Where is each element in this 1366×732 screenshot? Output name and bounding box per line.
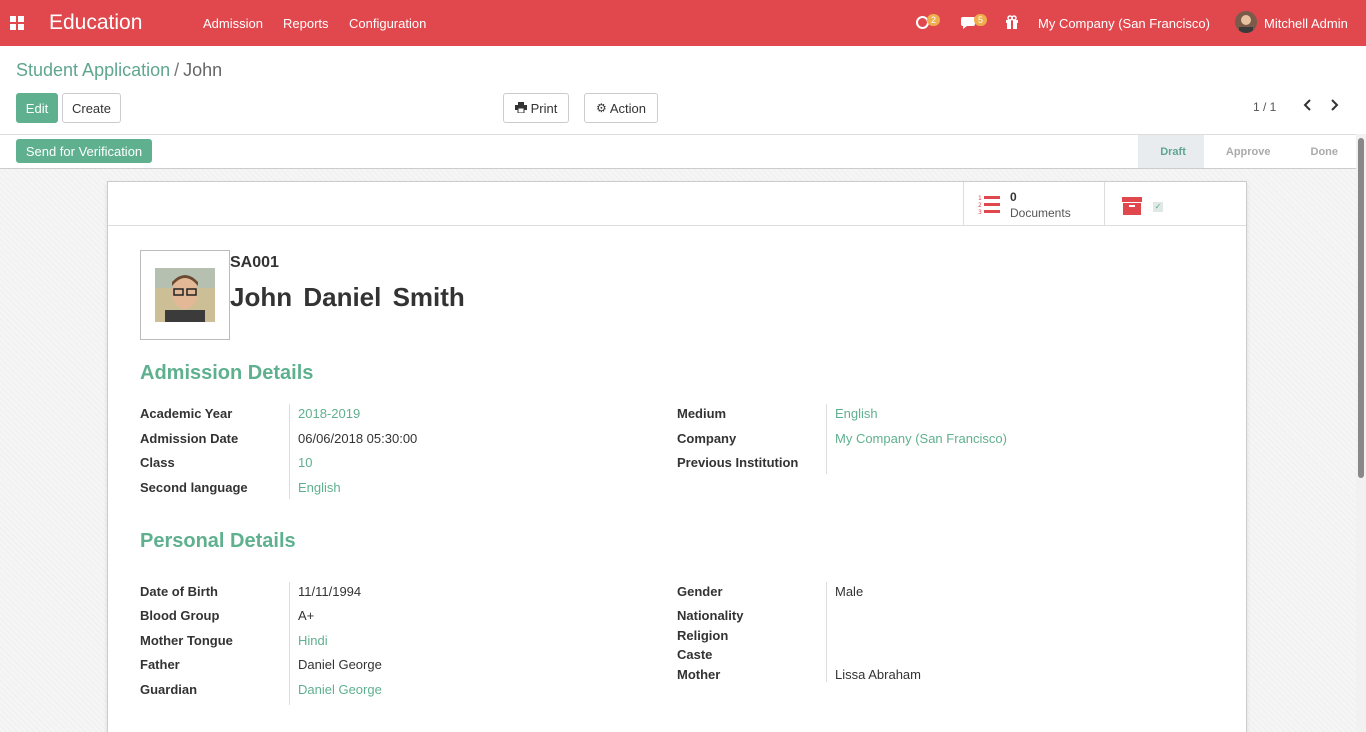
status-step-approve[interactable]: Approve [1204,135,1289,168]
company-label: Company [677,431,737,446]
guardian-value[interactable]: Daniel George [298,682,382,697]
scrollbar[interactable] [1356,134,1366,732]
breadcrumb-parent[interactable]: Student Application [16,60,170,80]
breadcrumb-current: John [183,60,223,80]
breadcrumb: Student Application / John [16,60,222,81]
pager-previous-icon[interactable] [1302,98,1312,117]
documents-count: 0 [1010,190,1017,204]
father-value: Daniel George [298,657,382,672]
send-for-verification-button[interactable]: Send for Verification [16,139,152,163]
documents-label: Documents [1010,206,1071,220]
student-name: John Daniel Smith [230,282,465,312]
admission-date-label: Admission Date [140,431,239,446]
academic-year-value[interactable]: 2018-2019 [298,406,360,421]
gender-value: Male [835,584,864,599]
create-button[interactable]: Create [62,93,121,123]
medium-value[interactable]: English [835,406,878,421]
personal-right-divider [826,582,827,682]
company-value[interactable]: My Company (San Francisco) [835,431,1007,446]
print-label: Print [530,100,558,116]
admission-details-heading: Admission Details [140,362,314,384]
medium-label: Medium [677,406,727,421]
message-count-badge: 5 [974,14,988,26]
print-icon [514,101,527,116]
second-language-value[interactable]: English [298,480,341,495]
father-label: Father [140,657,180,672]
svg-text:2: 2 [978,202,982,209]
menu-admission[interactable]: Admission [203,16,263,31]
status-step-done[interactable]: Done [1289,135,1357,168]
company-switcher[interactable]: My Company (San Francisco) [1038,16,1210,31]
gear-icon: ⚙ [596,101,607,115]
action-button[interactable]: ⚙ Action [584,93,658,123]
active-checkbox[interactable]: ✓ [1153,202,1163,212]
top-navbar: Education Admission Reports Configuratio… [0,0,1366,46]
pager-value: 1 / 1 [1253,100,1277,114]
status-bar: Send for Verification Draft Approve Done [0,135,1356,169]
mother-tongue-label: Mother Tongue [140,633,233,648]
menu-configuration[interactable]: Configuration [349,16,426,31]
class-value[interactable]: 10 [298,455,312,470]
date-of-birth-value: 11/11/1994 [298,584,362,599]
menu-reports[interactable]: Reports [283,16,329,31]
academic-year-label: Academic Year [140,406,233,421]
breadcrumb-separator: / [174,60,180,80]
second-language-label: Second language [140,480,248,495]
status-steps: Draft Approve Done [1138,135,1356,168]
svg-text:3: 3 [978,209,982,216]
mother-label: Mother [677,667,721,682]
class-label: Class [140,455,175,470]
svg-text:1: 1 [978,195,982,202]
caste-label: Caste [677,647,713,662]
personal-left-divider [289,582,290,705]
form-sheet: 1 2 3 0 Documents ✓ SA001 John Daniel Sm… [107,181,1247,732]
activity-count-badge: 2 [927,14,941,26]
blood-group-value: A+ [298,608,315,623]
student-photo[interactable] [140,250,230,340]
mother-tongue-value[interactable]: Hindi [298,633,328,648]
gender-label: Gender [677,584,723,599]
nationality-label: Nationality [677,608,744,623]
status-step-draft[interactable]: Draft [1138,135,1204,168]
admission-date-value: 06/06/2018 05:30:00 [298,431,418,446]
action-label: Action [609,100,646,116]
guardian-label: Guardian [140,682,198,697]
student-photo-image [155,268,215,322]
edit-button[interactable]: Edit [16,93,58,123]
previous-institution-label: Previous Institution [677,455,799,470]
personal-details-heading: Personal Details [140,530,296,552]
date-of-birth-label: Date of Birth [140,584,218,599]
admission-right-divider [826,404,827,474]
apps-menu-icon[interactable] [10,16,24,30]
app-title: Education [49,11,143,34]
admission-left-divider [289,404,290,499]
pager-next-icon[interactable] [1330,98,1340,117]
scrollbar-thumb[interactable] [1358,138,1364,478]
button-box: 1 2 3 0 Documents ✓ [108,182,1246,226]
blood-group-label: Blood Group [140,608,220,623]
list-ordered-icon: 1 2 3 [978,194,1002,219]
user-avatar[interactable] [1235,11,1257,33]
documents-stat-button[interactable]: 1 2 3 0 Documents [963,182,1105,226]
mother-value: Lissa Abraham [835,667,921,682]
archive-icon[interactable] [1122,197,1142,215]
user-menu[interactable]: Mitchell Admin [1264,16,1348,31]
student-id: SA001 [230,254,279,271]
print-button[interactable]: Print [503,93,569,123]
gift-icon[interactable] [1005,15,1019,32]
religion-label: Religion [677,628,729,643]
